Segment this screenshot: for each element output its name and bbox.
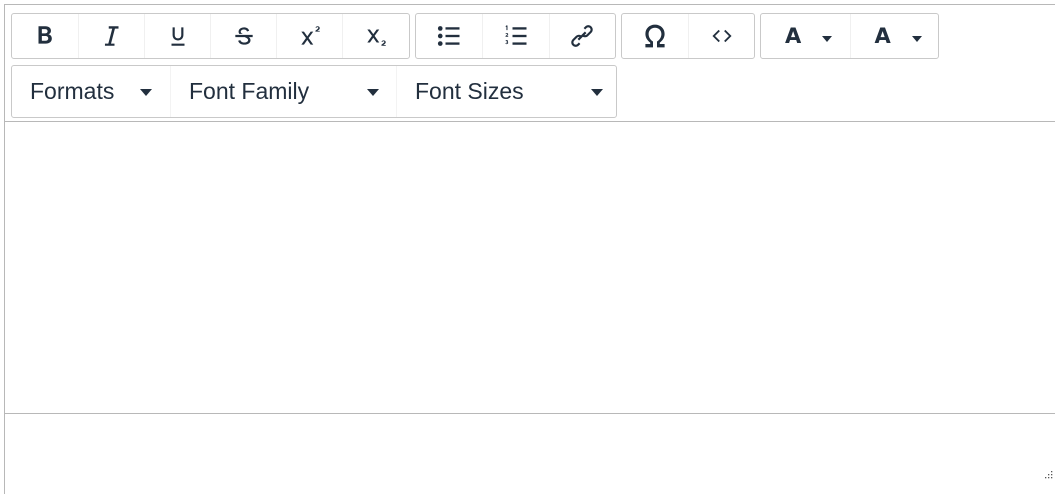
editor-content-area[interactable] bbox=[5, 122, 1055, 414]
font-family-label: Font Family bbox=[189, 78, 310, 104]
subscript-button[interactable] bbox=[342, 14, 409, 58]
text-color-button[interactable]: A bbox=[761, 14, 850, 58]
special-character-icon bbox=[639, 20, 671, 52]
bold-icon bbox=[32, 23, 58, 49]
link-icon bbox=[569, 23, 595, 49]
formats-dropdown[interactable]: Formats bbox=[12, 66, 170, 117]
italic-button[interactable] bbox=[78, 14, 144, 58]
source-code-button[interactable] bbox=[688, 14, 754, 58]
formatting-group bbox=[11, 13, 410, 59]
numbered-list-icon bbox=[502, 22, 530, 50]
strikethrough-icon bbox=[231, 23, 257, 49]
font-sizes-dropdown[interactable]: Font Sizes bbox=[396, 66, 616, 117]
bullet-list-button[interactable] bbox=[416, 14, 482, 58]
rich-text-editor: A A Formats Font Family Font Sizes bbox=[4, 4, 1055, 494]
strikethrough-button[interactable] bbox=[210, 14, 276, 58]
font-family-dropdown[interactable]: Font Family bbox=[170, 66, 396, 117]
link-button[interactable] bbox=[548, 14, 615, 58]
editor-toolbar: A A Formats Font Family Font Sizes bbox=[5, 5, 1055, 122]
lists-group bbox=[415, 13, 616, 59]
text-color-icon: A bbox=[785, 24, 802, 48]
font-sizes-label: Font Sizes bbox=[415, 78, 524, 104]
italic-icon bbox=[99, 23, 125, 49]
subscript-icon bbox=[363, 23, 389, 49]
color-group: A A bbox=[760, 13, 939, 59]
underline-icon bbox=[165, 23, 191, 49]
underline-button[interactable] bbox=[144, 14, 210, 58]
formats-label: Formats bbox=[30, 78, 115, 104]
insert-group bbox=[621, 13, 755, 59]
chevron-down-icon bbox=[822, 36, 832, 42]
resize-handle-icon[interactable] bbox=[1043, 466, 1053, 479]
editor-statusbar bbox=[5, 414, 1055, 495]
style-dropdowns-group: Formats Font Family Font Sizes bbox=[11, 65, 617, 118]
superscript-button[interactable] bbox=[276, 14, 342, 58]
chevron-down-icon bbox=[367, 88, 379, 96]
background-color-icon: A bbox=[874, 24, 891, 48]
chevron-down-icon bbox=[591, 88, 603, 96]
numbered-list-button[interactable] bbox=[482, 14, 548, 58]
background-color-button[interactable]: A bbox=[849, 14, 939, 58]
bold-button[interactable] bbox=[12, 14, 78, 58]
chevron-down-icon bbox=[140, 88, 152, 96]
bullet-list-icon bbox=[435, 22, 463, 50]
special-character-button[interactable] bbox=[622, 14, 688, 58]
superscript-icon bbox=[297, 23, 323, 49]
chevron-down-icon bbox=[911, 36, 922, 42]
source-code-icon bbox=[711, 25, 733, 47]
